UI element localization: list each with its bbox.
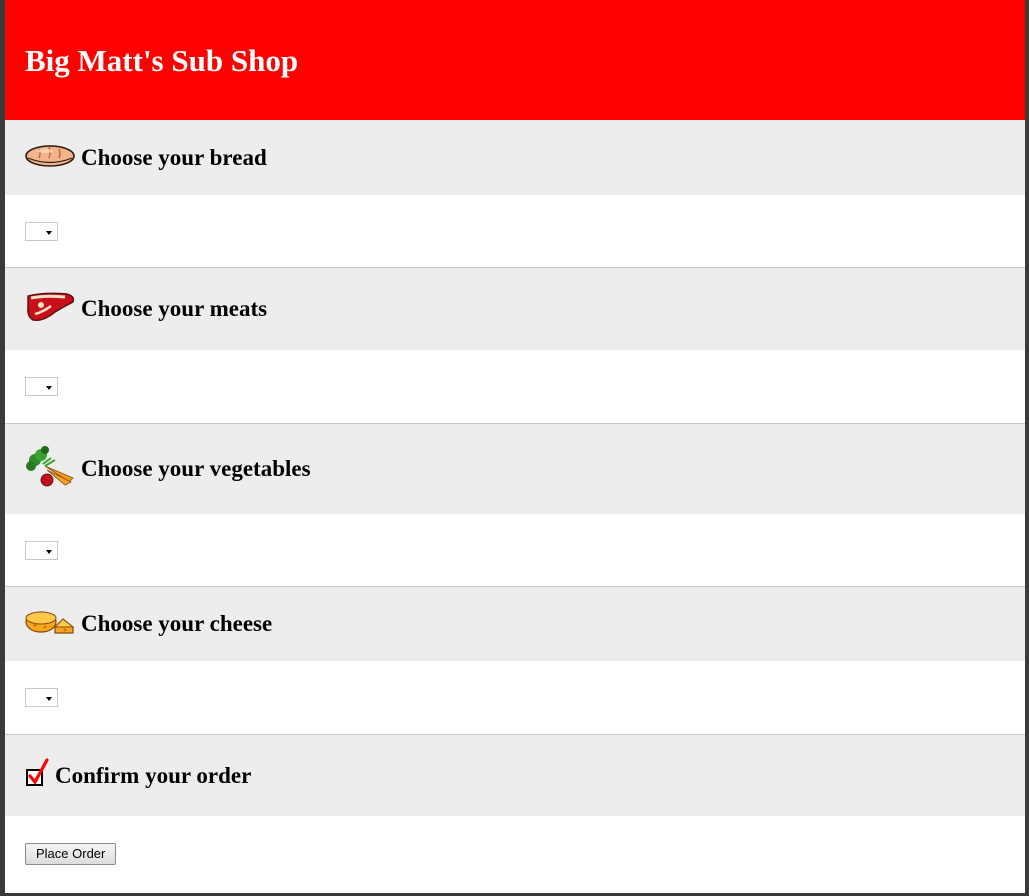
section-meats-body: [5, 350, 1025, 423]
cheese-icon: [25, 609, 75, 640]
page-frame: Big Matt's Sub Shop Choose your bread Ch…: [0, 0, 1029, 896]
meats-select[interactable]: [25, 377, 58, 396]
section-bread-header: Choose your bread: [5, 120, 1025, 195]
cheese-select[interactable]: [25, 688, 58, 707]
section-confirm-body: Place Order: [5, 816, 1025, 891]
section-cheese-body: [5, 661, 1025, 734]
bread-select[interactable]: [25, 221, 58, 241]
section-cheese-header: Choose your cheese: [5, 586, 1025, 661]
steak-icon: [25, 290, 75, 329]
section-vegetables-body: [5, 514, 1025, 586]
checkbox-checked-icon: [25, 758, 49, 793]
section-confirm-header: Confirm your order: [5, 734, 1025, 816]
chevron-down-icon: [46, 697, 52, 701]
place-order-button[interactable]: Place Order: [25, 842, 117, 865]
site-header: Big Matt's Sub Shop: [5, 0, 1025, 120]
site-title: Big Matt's Sub Shop: [25, 43, 299, 78]
vegetables-select[interactable]: [25, 540, 58, 560]
section-meats-header: Choose your meats: [5, 267, 1025, 350]
section-heading: Confirm your order: [55, 762, 252, 788]
section-heading: Choose your meats: [81, 296, 268, 321]
section-vegetables-header: Choose your vegetables: [5, 423, 1025, 514]
vegetables-icon: [25, 445, 75, 493]
section-heading: Choose your vegetables: [81, 456, 311, 481]
section-heading: Choose your cheese: [81, 611, 273, 636]
section-heading: Choose your bread: [81, 144, 267, 170]
chevron-down-icon: [46, 386, 52, 390]
section-bread-body: [5, 195, 1025, 267]
chevron-down-icon: [46, 230, 52, 235]
chevron-down-icon: [46, 549, 52, 554]
bread-icon: [25, 142, 75, 173]
